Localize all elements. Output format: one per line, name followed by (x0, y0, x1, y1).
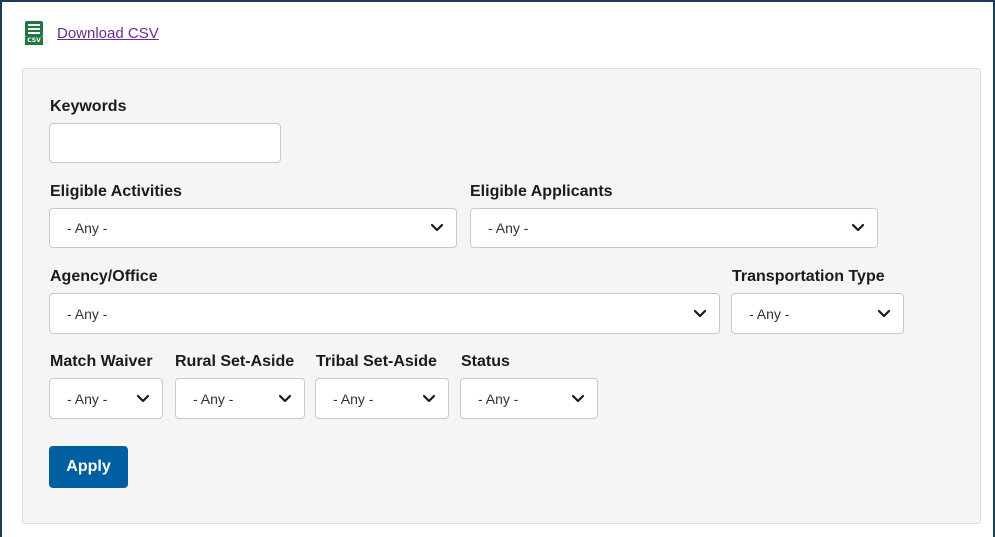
chevron-down-icon (430, 223, 444, 232)
apply-button[interactable]: Apply (49, 446, 128, 488)
download-csv-row: CSV Download CSV (25, 21, 159, 45)
match-waiver-label: Match Waiver (50, 353, 153, 370)
download-csv-link[interactable]: Download CSV (57, 25, 159, 42)
agency-office-select[interactable]: - Any - (49, 293, 720, 334)
rural-set-aside-select[interactable]: - Any - (175, 378, 305, 419)
eligible-applicants-select[interactable]: - Any - (470, 208, 878, 248)
keywords-input[interactable] (49, 123, 281, 163)
status-select[interactable]: - Any - (460, 378, 598, 419)
chevron-down-icon (851, 223, 865, 232)
match-waiver-select[interactable]: - Any - (49, 378, 163, 419)
eligible-activities-value: - Any - (67, 220, 108, 236)
transportation-type-label: Transportation Type (732, 268, 885, 285)
tribal-set-aside-select[interactable]: - Any - (315, 378, 449, 419)
eligible-applicants-value: - Any - (488, 220, 529, 236)
agency-office-value: - Any - (67, 305, 108, 322)
chevron-down-icon (877, 309, 891, 317)
chevron-down-icon (278, 394, 292, 402)
chevron-down-icon (693, 309, 707, 317)
eligible-activities-select[interactable]: - Any - (49, 208, 457, 248)
eligible-applicants-label: Eligible Applicants (470, 183, 613, 200)
chevron-down-icon (136, 394, 150, 402)
agency-office-label: Agency/Office (50, 268, 158, 285)
chevron-down-icon (422, 394, 436, 402)
csv-file-icon[interactable]: CSV (25, 21, 43, 45)
eligible-activities-label: Eligible Activities (50, 183, 182, 200)
chevron-down-icon (571, 394, 585, 402)
keywords-label: Keywords (50, 98, 127, 115)
transportation-type-select[interactable]: - Any - (731, 293, 904, 334)
tribal-set-aside-label: Tribal Set-Aside (316, 353, 437, 370)
rural-set-aside-label: Rural Set-Aside (175, 353, 295, 370)
status-label: Status (461, 353, 510, 370)
